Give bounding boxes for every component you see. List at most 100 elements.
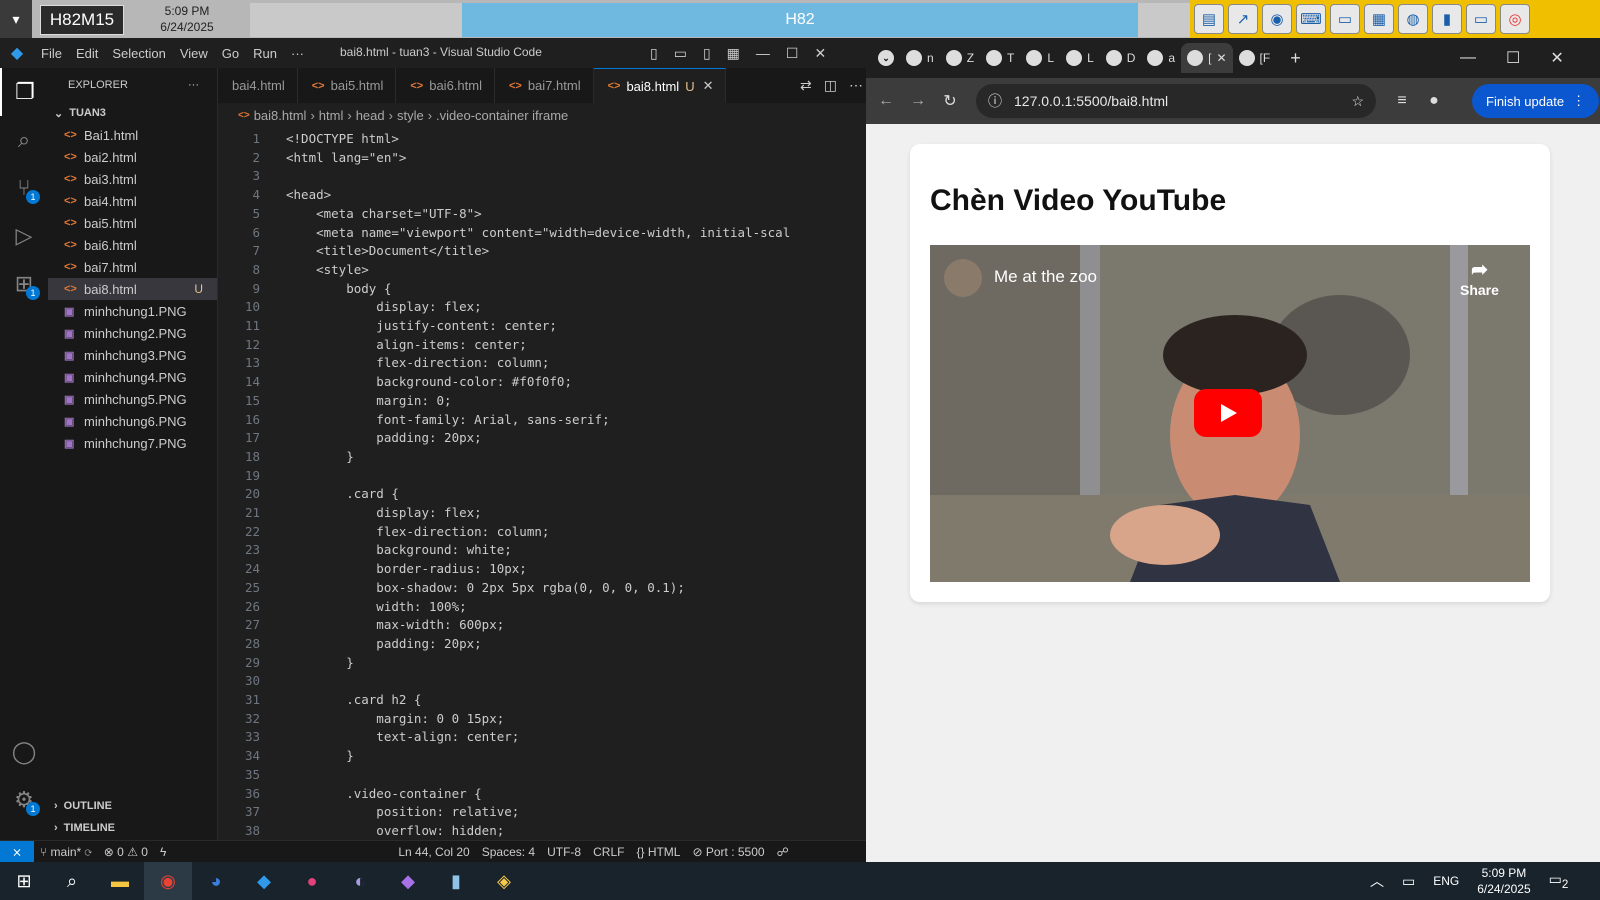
search-icon[interactable]: ⌕ bbox=[48, 862, 96, 900]
tab-bai4[interactable]: bai4.html bbox=[218, 68, 298, 103]
tab-bai6[interactable]: <> bai6.html bbox=[396, 68, 495, 103]
account-icon[interactable]: ◯ bbox=[0, 728, 48, 776]
explorer-more-icon[interactable]: ··· bbox=[188, 79, 199, 91]
chart-icon[interactable]: ↗ bbox=[1228, 4, 1258, 34]
file-item[interactable]: <> bai4.html bbox=[48, 190, 217, 212]
layout-icon[interactable]: ▦ bbox=[727, 45, 740, 62]
browser-tab[interactable]: Z bbox=[940, 43, 980, 73]
browser-tab[interactable]: L bbox=[1060, 43, 1100, 73]
forward-icon[interactable]: → bbox=[902, 92, 934, 110]
breadcrumb-item[interactable]: head bbox=[356, 108, 385, 123]
visual-studio-icon[interactable]: ◆ bbox=[384, 862, 432, 900]
search-icon[interactable]: ⌕ bbox=[0, 116, 48, 164]
language-mode[interactable]: {} HTML bbox=[630, 845, 686, 859]
site-info-icon[interactable]: ⓘ bbox=[988, 91, 1002, 111]
chevron-up-icon[interactable]: ︿ bbox=[1370, 871, 1384, 891]
tab-bai5[interactable]: <> bai5.html bbox=[298, 68, 397, 103]
language-indicator[interactable]: ENG bbox=[1433, 874, 1459, 888]
new-tab-button[interactable]: + bbox=[1284, 43, 1307, 73]
app-oo-icon[interactable]: ● bbox=[288, 862, 336, 900]
back-icon[interactable]: ← bbox=[870, 92, 902, 110]
file-item[interactable]: ▣ minhchung3.PNG bbox=[48, 344, 217, 366]
menu-run[interactable]: Run bbox=[246, 46, 284, 61]
menu-go[interactable]: Go bbox=[215, 46, 246, 61]
more-actions-icon[interactable]: ⋯ bbox=[849, 77, 863, 94]
file-item[interactable]: <> bai2.html bbox=[48, 146, 217, 168]
menu-edit[interactable]: Edit bbox=[69, 46, 105, 61]
app-blue-icon[interactable]: ▮ bbox=[432, 862, 480, 900]
menu-selection[interactable]: Selection bbox=[105, 46, 172, 61]
cursor-position[interactable]: Ln 44, Col 20 bbox=[392, 845, 475, 859]
file-item[interactable]: ▣ minhchung6.PNG bbox=[48, 410, 217, 432]
browser-tab[interactable]: D bbox=[1100, 43, 1142, 73]
extensions-icon[interactable]: ⊞ 1 bbox=[0, 260, 48, 308]
app-diamond-icon[interactable]: ◈ bbox=[480, 862, 528, 900]
timeline-section[interactable]: › TIMELINE bbox=[48, 817, 218, 839]
problems-status[interactable]: ⊗ 0 ⚠ 0 bbox=[98, 845, 154, 859]
minimize-icon[interactable]: — bbox=[756, 45, 770, 61]
start-icon[interactable]: ⊞ bbox=[0, 862, 48, 900]
code-editor[interactable]: 1 <!DOCTYPE html> 2 <html lang="en"> 3 4 <head… bbox=[218, 126, 798, 840]
globe-icon[interactable]: ◍ bbox=[1398, 4, 1428, 34]
file-item[interactable]: <> bai5.html bbox=[48, 212, 217, 234]
browser-tab[interactable]: a bbox=[1141, 43, 1181, 73]
reload-icon[interactable]: ↻ bbox=[934, 91, 966, 111]
encoding[interactable]: UTF-8 bbox=[541, 845, 587, 859]
toggle-panel-icon[interactable]: ▭ bbox=[674, 45, 687, 62]
breadcrumb-item[interactable]: bai8.html bbox=[254, 108, 307, 123]
youtube-embed[interactable]: Me at the zoo ➦ Share bbox=[930, 245, 1530, 582]
breadcrumb-item[interactable]: .video-container iframe bbox=[436, 108, 568, 123]
menu-view[interactable]: View bbox=[173, 46, 215, 61]
tab-search-icon[interactable]: ⌄ bbox=[872, 43, 900, 73]
line-ending[interactable]: CRLF bbox=[587, 845, 630, 859]
minimize-icon[interactable]: — bbox=[1460, 49, 1476, 67]
split-editor-icon[interactable]: ◫ bbox=[824, 77, 837, 94]
tray-clock[interactable]: 5:09 PM 6/24/2025 bbox=[1477, 865, 1530, 897]
play-button[interactable] bbox=[1194, 389, 1262, 437]
disc-icon[interactable]: ◉ bbox=[1262, 4, 1292, 34]
profile-icon[interactable]: ● bbox=[1418, 92, 1450, 110]
file-item[interactable]: <> bai6.html bbox=[48, 234, 217, 256]
file-item[interactable]: ▣ minhchung1.PNG bbox=[48, 300, 217, 322]
finish-update-button[interactable]: Finish update ⋮ bbox=[1472, 84, 1600, 118]
browser-tab[interactable]: L bbox=[1020, 43, 1060, 73]
network-icon[interactable]: ▭ bbox=[1402, 873, 1415, 890]
run-debug-icon[interactable]: ▷ bbox=[0, 212, 48, 260]
maximize-icon[interactable]: ☐ bbox=[786, 45, 799, 62]
tab-bai8[interactable]: <> bai8.html U ✕ bbox=[593, 68, 727, 103]
table-icon[interactable]: ▦ bbox=[1364, 4, 1394, 34]
address-bar[interactable]: ⓘ 127.0.0.1:5500/bai8.html ☆ bbox=[976, 84, 1376, 118]
maximize-icon[interactable]: ☐ bbox=[1506, 48, 1520, 68]
branch-status[interactable]: ⑂ main* ⟳ bbox=[34, 845, 98, 859]
menu-chevron-icon[interactable]: ▾ bbox=[0, 0, 32, 38]
source-control-icon[interactable]: ⑂ 1 bbox=[0, 164, 48, 212]
vscode-icon[interactable]: ◆ bbox=[240, 862, 288, 900]
tab-bai7[interactable]: <> bai7.html bbox=[495, 68, 594, 103]
outline-section[interactable]: › OUTLINE bbox=[48, 795, 218, 817]
chat-icon[interactable]: ▭ bbox=[1466, 4, 1496, 34]
app-icon[interactable]: ◕ bbox=[192, 862, 240, 900]
cabinet-icon[interactable]: ▤ bbox=[1194, 4, 1224, 34]
browser-tab[interactable]: [✕ bbox=[1181, 43, 1233, 73]
file-item[interactable]: <> Bai1.html bbox=[48, 124, 217, 146]
bookmark-star-icon[interactable]: ☆ bbox=[1351, 93, 1364, 110]
browser-tab[interactable]: [F bbox=[1233, 43, 1277, 73]
indentation[interactable]: Spaces: 4 bbox=[476, 845, 541, 859]
minimap[interactable] bbox=[798, 126, 866, 840]
book-icon[interactable]: ▮ bbox=[1432, 4, 1462, 34]
keyboard-icon[interactable]: ⌨ bbox=[1296, 4, 1326, 34]
breadcrumb-item[interactable]: html bbox=[319, 108, 344, 123]
compare-icon[interactable]: ⇄ bbox=[800, 77, 812, 94]
tab-close-icon[interactable]: ✕ bbox=[1216, 51, 1226, 65]
lifebuoy-icon[interactable]: ◎ bbox=[1500, 4, 1530, 34]
browser-tab[interactable]: T bbox=[980, 43, 1020, 73]
file-item[interactable]: ▣ minhchung5.PNG bbox=[48, 388, 217, 410]
file-item[interactable]: <> bai7.html bbox=[48, 256, 217, 278]
feedback-icon[interactable]: ☍ bbox=[771, 845, 795, 859]
file-item[interactable]: <> bai3.html bbox=[48, 168, 217, 190]
notification-icon[interactable]: ▭2 bbox=[1549, 871, 1569, 891]
lightning-icon[interactable]: ϟ bbox=[154, 845, 172, 859]
file-item[interactable]: ▣ minhchung2.PNG bbox=[48, 322, 217, 344]
folder-header[interactable]: ⌄ TUAN3 bbox=[48, 102, 217, 124]
tab-close-icon[interactable]: ✕ bbox=[703, 78, 714, 94]
